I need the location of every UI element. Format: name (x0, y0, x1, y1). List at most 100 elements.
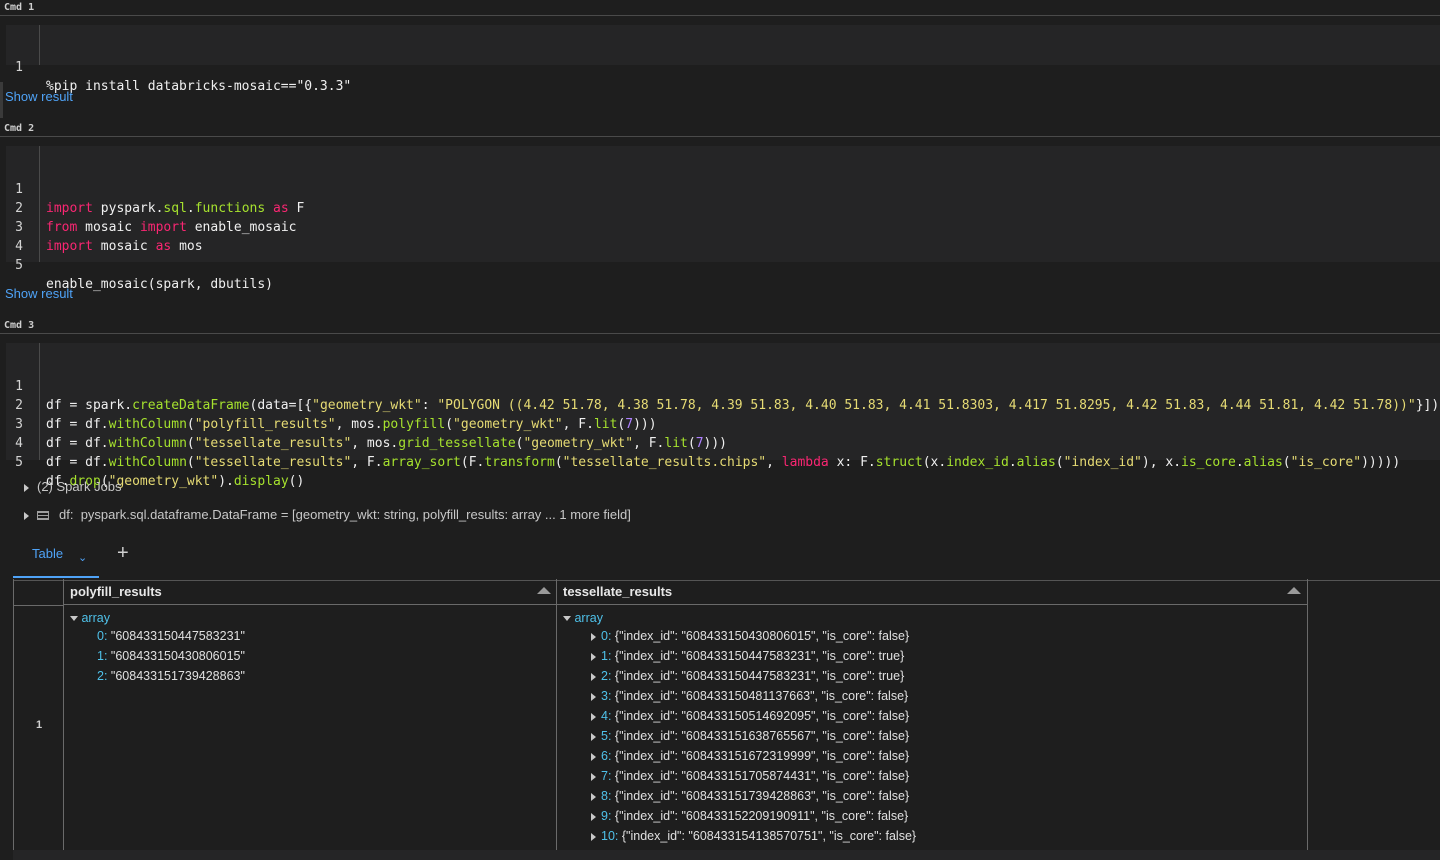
item-value: {"index_id": "608433150447583231", "is_c… (614, 669, 905, 683)
result-tabbar: Table ⌄ + (13, 538, 1440, 581)
df-schema-toggle[interactable]: df: pyspark.sql.dataframe.DataFrame = [g… (24, 505, 631, 525)
array-toggle[interactable]: array (563, 608, 603, 628)
item-index: 6: (601, 749, 612, 763)
caret-right-icon (591, 832, 596, 841)
code-line[interactable]: 2 df = df.withColumn("polyfill_results",… (6, 377, 1440, 432)
column-header-tessellate[interactable]: tessellate_results (557, 579, 1308, 605)
column-divider (1307, 579, 1308, 850)
item-index: 7: (601, 769, 612, 783)
row-number: 1 (35, 719, 43, 731)
caret-right-icon (591, 692, 596, 701)
caret-right-icon (591, 652, 596, 661)
item-value: {"index_id": "608433151638765567", "is_c… (614, 729, 910, 743)
caret-down-icon (563, 616, 571, 622)
code-line[interactable]: 2 from mosaic import enable_mosaic (6, 180, 1440, 235)
array-toggle[interactable]: array (70, 608, 110, 628)
code-line[interactable]: 1 %pip install databricks-mosaic=="0.3.3… (6, 39, 1440, 94)
cmd-3-label: Cmd 3 (0, 318, 1440, 334)
spark-jobs-toggle[interactable]: (2) Spark Jobs (24, 477, 122, 497)
column-divider (63, 579, 64, 850)
tessellate-item[interactable]: 5: {"index_id": "608433151638765567", "i… (591, 726, 909, 746)
show-result-link[interactable]: Show result (5, 89, 73, 104)
item-value: {"index_id": "608433152209190911", "is_c… (614, 809, 909, 823)
item-value: "608433151739428863" (110, 669, 245, 683)
row-number-header (14, 579, 64, 606)
code-line[interactable]: 3 import mosaic as mos (6, 199, 1440, 254)
code-cell-1[interactable]: 1 %pip install databricks-mosaic=="0.3.3… (6, 25, 1440, 94)
code-line[interactable]: 1 df = spark.createDataFrame(data=[{"geo… (6, 358, 1440, 413)
item-index: 1: (601, 649, 612, 663)
item-value: "608433150447583231" (110, 629, 245, 643)
caret-right-icon (591, 672, 596, 681)
code-line[interactable]: 3 df = df.withColumn("tessellate_results… (6, 396, 1440, 451)
item-index: 2: (601, 669, 612, 683)
df-schema: pyspark.sql.dataframe.DataFrame = [geome… (80, 507, 631, 522)
tessellate-item[interactable]: 1: {"index_id": "608433150447583231", "i… (591, 646, 904, 666)
code-line[interactable]: 4 df = df.withColumn("tessellate_results… (6, 415, 1440, 470)
tessellate-item[interactable]: 6: {"index_id": "608433151672319999", "i… (591, 746, 909, 766)
tessellate-item[interactable]: 8: {"index_id": "608433151739428863", "i… (591, 786, 909, 806)
line-number: 5 (15, 258, 23, 273)
item-value: {"index_id": "608433154138570751", "is_c… (621, 829, 917, 843)
results-table: polyfill_results tessellate_results 1 ar… (13, 579, 1308, 851)
spark-jobs-label: (2) Spark Jobs (37, 479, 122, 494)
code-text: enable_mosaic(spark, dbutils) (46, 277, 273, 292)
table-footer (13, 850, 1440, 860)
cmd-1-label: Cmd 1 (0, 0, 1440, 16)
array-label: array (81, 611, 110, 625)
polyfill-item: 2: "608433151739428863" (97, 666, 245, 686)
code-cell-2[interactable]: 1 import pyspark.sql.functions as F 2 fr… (6, 146, 1440, 292)
caret-right-icon (591, 792, 596, 801)
item-index: 9: (601, 809, 612, 823)
polyfill-item: 0: "608433150447583231" (97, 626, 245, 646)
caret-down-icon (70, 616, 78, 622)
sort-icon[interactable] (1287, 587, 1301, 594)
caret-right-icon (24, 483, 29, 492)
column-divider (556, 579, 557, 850)
tessellate-item[interactable]: 3: {"index_id": "608433150481137663", "i… (591, 686, 908, 706)
item-value: {"index_id": "608433150514692095", "is_c… (614, 709, 910, 723)
tessellate-item[interactable]: 4: {"index_id": "608433150514692095", "i… (591, 706, 909, 726)
item-value: {"index_id": "608433151739428863", "is_c… (614, 789, 910, 803)
item-index: 4: (601, 709, 612, 723)
add-tab-button[interactable]: + (117, 542, 129, 565)
caret-right-icon (591, 772, 596, 781)
caret-right-icon (591, 752, 596, 761)
item-index: 0: (601, 629, 612, 643)
show-result-link[interactable]: Show result (5, 286, 73, 301)
sort-icon[interactable] (537, 587, 551, 594)
cell-marker (0, 82, 3, 118)
code-line[interactable]: 1 import pyspark.sql.functions as F (6, 161, 1440, 216)
item-index: 1: (97, 649, 108, 663)
tessellate-item[interactable]: 7: {"index_id": "608433151705874431", "i… (591, 766, 909, 786)
item-index: 2: (97, 669, 108, 683)
column-header-polyfill[interactable]: polyfill_results (64, 579, 557, 605)
item-value: {"index_id": "608433151672319999", "is_c… (614, 749, 910, 763)
item-index: 8: (601, 789, 612, 803)
array-label: array (574, 611, 603, 625)
item-index: 3: (601, 689, 612, 703)
line-number: 5 (15, 455, 23, 470)
column-header-label: polyfill_results (70, 584, 162, 599)
tessellate-item[interactable]: 2: {"index_id": "608433150447583231", "i… (591, 666, 904, 686)
caret-right-icon (591, 732, 596, 741)
item-value: {"index_id": "608433150481137663", "is_c… (614, 689, 909, 703)
column-header-label: tessellate_results (563, 584, 673, 599)
cmd-2-label: Cmd 2 (0, 121, 1440, 137)
code-text: df = df.withColumn("tessellate_results",… (46, 455, 1401, 470)
code-text: %pip install databricks-mosaic=="0.3.3" (46, 79, 352, 94)
caret-right-icon (591, 812, 596, 821)
tessellate-item[interactable]: 9: {"index_id": "608433152209190911", "i… (591, 806, 908, 826)
code-line[interactable]: 5 df.drop("geometry_wkt").display() (6, 434, 1440, 489)
caret-right-icon (591, 632, 596, 641)
code-line[interactable]: 4 (6, 218, 1440, 254)
item-index: 5: (601, 729, 612, 743)
item-index: 10: (601, 829, 619, 843)
tessellate-item[interactable]: 10: {"index_id": "608433154138570751", "… (591, 826, 916, 846)
item-value: {"index_id": "608433151705874431", "is_c… (614, 769, 910, 783)
chevron-down-icon[interactable]: ⌄ (78, 551, 87, 564)
item-value: "608433150430806015" (110, 649, 245, 663)
code-line[interactable]: 5 enable_mosaic(spark, dbutils) (6, 237, 1440, 292)
tessellate-item[interactable]: 0: {"index_id": "608433150430806015", "i… (591, 626, 909, 646)
code-cell-3[interactable]: 1 df = spark.createDataFrame(data=[{"geo… (6, 343, 1440, 489)
